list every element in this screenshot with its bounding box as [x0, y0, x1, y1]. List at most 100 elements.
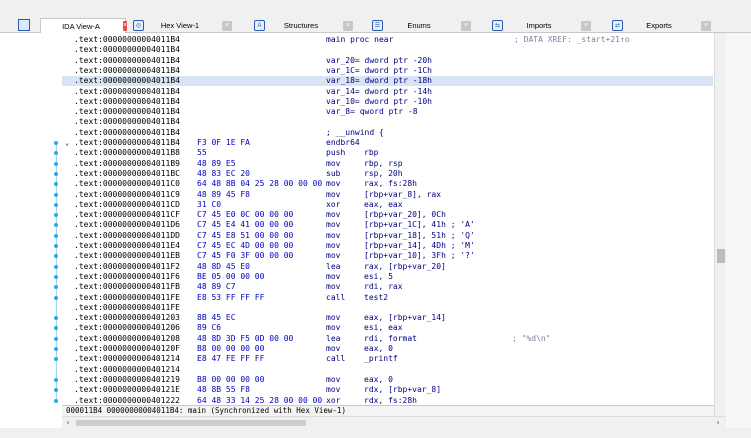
listing-row[interactable]: .text:00000000004011CF C7 45 E0 0C 00 00 … [62, 210, 713, 220]
row-bytes: 48 8B 55 F8 [197, 385, 250, 395]
listing-row[interactable]: .text:00000000004011E4 C7 45 EC 4D 00 00 … [62, 241, 713, 251]
row-mnemonic: endbr64 [326, 138, 360, 147]
row-bytes: C7 45 F0 3F 00 00 00 [197, 251, 294, 261]
listing-row[interactable]: .text:00000000004011FE [62, 303, 713, 313]
row-address: .text:00000000004011FB [74, 282, 180, 292]
listing-row[interactable]: .text:00000000004011EB C7 45 F0 3F 00 00 … [62, 251, 713, 261]
row-address: .text:0000000000401208 [74, 333, 180, 343]
listing-row[interactable]: .text:00000000004011B8 55 push rbp [62, 148, 713, 158]
row-operands: rax, [rbp+var_20] [364, 261, 446, 271]
collapse-arrow-icon[interactable]: ⌄ [65, 138, 69, 148]
horizontal-scrollbar[interactable]: ‹ › [62, 416, 726, 428]
row-address: .text:0000000000401219 [74, 374, 180, 384]
listing-row[interactable]: .text:00000000004011B4 var_18= dword ptr … [62, 76, 713, 87]
row-mnemonic: mov [326, 230, 341, 240]
row-bytes: 48 8D 45 E0 [197, 261, 250, 271]
row-operands: eax, 0 [364, 344, 393, 353]
close-tab-icon[interactable]: × [461, 20, 471, 31]
listing-row[interactable]: .text:00000000004011B4 main proc near ; DA… [62, 35, 713, 45]
tab-imports[interactable]: ⇆ Imports × [492, 18, 604, 33]
listing-row[interactable]: .text:0000000000401222 64 48 33 14 25 28 … [62, 396, 713, 406]
row-bytes: B8 00 00 00 00 [197, 374, 265, 384]
row-bytes: 48 8D 3D F5 0D 00 00 [197, 333, 294, 343]
close-tab-icon[interactable]: × [701, 20, 711, 31]
listing-row[interactable]: .text:00000000004011B4 var_8= qword ptr -… [62, 107, 713, 117]
disassembly-listing[interactable]: .text:00000000004011B4 main proc near ; DA… [62, 33, 713, 405]
row-operands: [rbp+var_18], 51h ; 'Q' [364, 230, 475, 240]
listing-row[interactable]: .text:00000000004011CD 31 C0 xor eax, eax [62, 200, 713, 210]
listing-row[interactable]: .text:00000000004011F2 48 8D 45 E0 lea rax,… [62, 262, 713, 272]
listing-row[interactable]: .text:00000000004011B4 var_20= dword ptr … [62, 56, 713, 66]
flow-dot-icon [54, 171, 58, 176]
row-mnemonic: mov [326, 220, 341, 230]
scroll-right-icon[interactable]: › [712, 417, 724, 428]
row-address: .text:00000000004011BC [74, 168, 180, 178]
listing-row[interactable]: .text:0000000000401203 8B 45 EC mov eax, [r… [62, 313, 713, 323]
row-mnemonic: sub [326, 168, 341, 178]
row-bytes: 64 48 33 14 25 28 00 00 00 [197, 395, 323, 405]
row-address: .text:00000000004011FE [74, 292, 180, 302]
row-bytes: E8 47 FE FF FF [197, 354, 265, 364]
row-mnemonic: mov [326, 241, 341, 250]
tab-enums[interactable]: ☰ Enums × [372, 18, 484, 33]
row-operands: rbp, rsp [364, 158, 403, 168]
tab-exports[interactable]: ⇄ Exports × [612, 18, 722, 33]
listing-row[interactable]: .text:00000000004011FE E8 53 FF FF FF call… [62, 293, 713, 303]
row-address: .text:0000000000401214 [74, 364, 180, 374]
row-declaration: var_1C= dword ptr -1Ch [326, 65, 432, 75]
listing-row[interactable]: .text:00000000004011B4 [62, 45, 713, 55]
listing-row[interactable]: .text:00000000004011BC 48 83 EC 20 sub rsp,… [62, 169, 713, 179]
listing-row[interactable]: .text:0000000000401219 B8 00 00 00 00 mov e… [62, 375, 713, 385]
row-operands: rdi, format [364, 333, 417, 343]
tab-ida-view-a[interactable]: IDA View-A × [40, 18, 128, 33]
flow-dot-icon [54, 192, 58, 197]
listing-row[interactable]: .text:00000000004011B4 ; __unwind { [62, 128, 713, 138]
close-tab-icon[interactable]: × [343, 20, 353, 31]
listing-row[interactable]: .text:0000000000401208 48 8D 3D F5 0D 00 … [62, 334, 713, 344]
vertical-scroll-thumb[interactable] [717, 249, 725, 263]
row-operands: [rbp+var_1C], 41h ; 'A' [364, 220, 475, 230]
row-address: .text:00000000004011B4 [74, 35, 180, 44]
listing-row[interactable]: .text:00000000004011D6 C7 45 E4 41 00 00 … [62, 220, 713, 230]
row-bytes: 48 89 C7 [197, 282, 236, 292]
row-mnemonic: mov [326, 385, 341, 395]
tab-hex-view-1[interactable]: ◎ Hex View-1 × [133, 18, 243, 33]
row-operands: eax, eax [364, 199, 403, 209]
tab-structures[interactable]: A Structures × [254, 18, 364, 33]
window-icon[interactable] [18, 19, 30, 31]
vertical-scrollbar[interactable] [714, 33, 726, 416]
row-bytes: 89 C6 [197, 323, 222, 333]
status-line: 000011B4 00000000004011B4: main (Synchro… [62, 405, 714, 416]
listing-row[interactable]: .text:0000000000401214 [62, 365, 713, 375]
listing-row[interactable]: .text:00000000004011B9 48 89 E5 mov rbp, rs… [62, 159, 713, 169]
listing-row[interactable]: .text:00000000004011C9 48 89 45 F8 mov [rbp… [62, 190, 713, 200]
close-tab-icon[interactable]: × [581, 20, 591, 31]
listing-row[interactable]: .text:00000000004011B4 var_1C= dword ptr … [62, 66, 713, 76]
listing-row[interactable]: .text:0000000000401206 89 C6 mov esi, eax [62, 323, 713, 333]
tab-label: Exports [646, 21, 672, 30]
listing-row[interactable]: .text:000000000040121E 48 8B 55 F8 mov rdx,… [62, 385, 713, 395]
listing-row[interactable]: .text:00000000004011C0 64 48 8B 04 25 28 … [62, 179, 713, 189]
row-operands: [rbp+var_8], rax [364, 189, 442, 199]
listing-row[interactable]: .text:00000000004011B4 var_10= dword ptr … [62, 97, 713, 107]
listing-row[interactable]: .text:00000000004011B4 [62, 117, 713, 127]
row-address: .text:00000000004011CF [74, 210, 180, 220]
listing-row[interactable]: .text:00000000004011F6 BE 05 00 00 00 mov e… [62, 272, 713, 282]
listing-row[interactable]: .text:000000000040120F B8 00 00 00 00 mov e… [62, 344, 713, 354]
listing-row[interactable]: .text:0000000000401214 E8 47 FE FF FF call… [62, 354, 713, 364]
scroll-left-icon[interactable]: ‹ [62, 417, 74, 428]
row-bytes: F3 0F 1E FA [197, 138, 250, 147]
horizontal-scroll-thumb[interactable] [76, 420, 306, 426]
listing-row[interactable]: .text:00000000004011FB 48 89 C7 mov rdi, ra… [62, 282, 713, 292]
close-tab-icon[interactable]: × [222, 20, 232, 31]
row-declaration: var_20= dword ptr -20h [326, 55, 432, 65]
listing-row[interactable]: ⌄ .text:00000000004011B4 F3 0F 1E FA endbr6… [62, 138, 713, 148]
listing-row[interactable]: .text:00000000004011B4 var_14= dword ptr … [62, 87, 713, 97]
listing-row[interactable]: .text:00000000004011DD C7 45 E8 51 00 00 … [62, 231, 713, 241]
row-operands: esi, eax [364, 323, 403, 333]
row-operands: rax, fs:28h [364, 179, 417, 189]
flow-dot-icon [54, 264, 58, 269]
row-operands: test2 [364, 292, 389, 302]
tab-label: Hex View-1 [160, 21, 200, 30]
close-tab-icon[interactable]: × [123, 21, 128, 31]
